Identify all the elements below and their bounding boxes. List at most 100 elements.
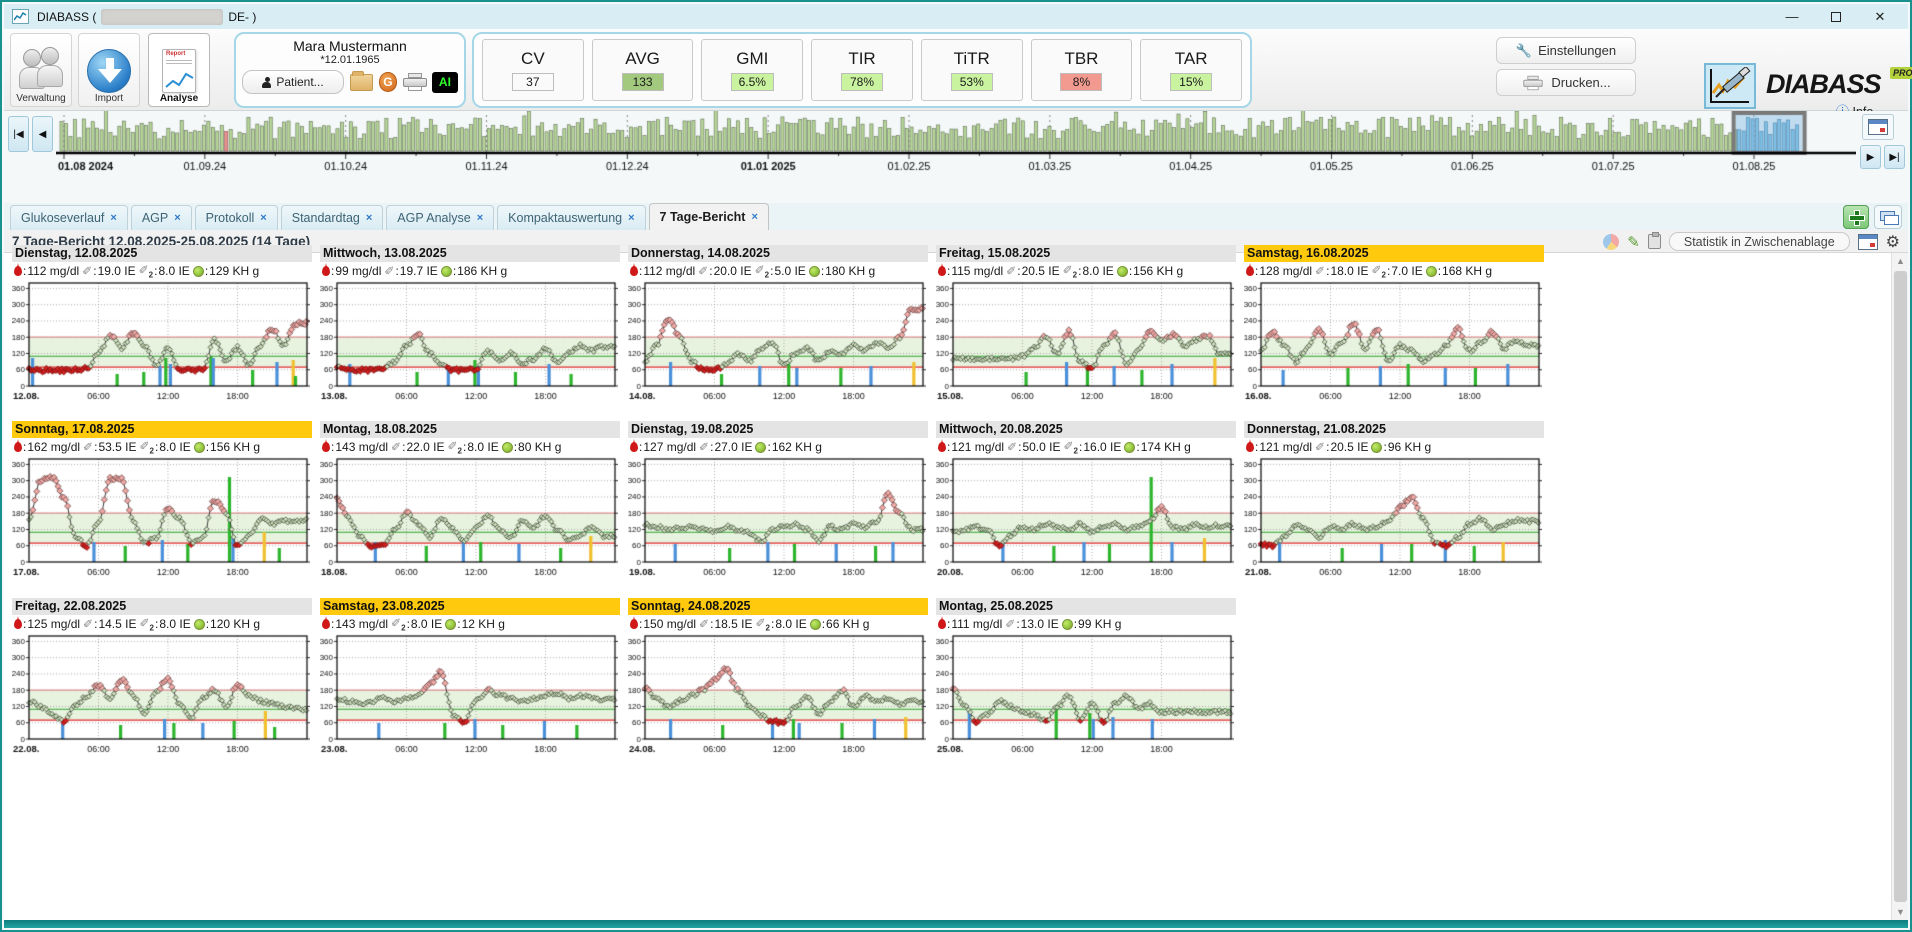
- tab-label: Protokoll: [206, 211, 255, 225]
- day-card-title: Samstag, 23.08.2025: [320, 598, 620, 615]
- tab-agp[interactable]: AGP×: [131, 205, 192, 230]
- carbs-apple-icon: [502, 442, 513, 453]
- timeline-prev-button[interactable]: ◀: [32, 116, 53, 152]
- day-card: Samstag, 23.08.2025:143 mg/dl✐2:8.0 IE:1…: [320, 598, 620, 768]
- gear-icon[interactable]: ⚙: [1886, 232, 1900, 252]
- minimize-button[interactable]: —: [1770, 4, 1814, 29]
- day-card-title: Montag, 25.08.2025: [936, 598, 1236, 615]
- stat-value: 37: [512, 73, 554, 91]
- verwaltung-button[interactable]: Verwaltung: [10, 33, 72, 107]
- tab-kompaktauswertung[interactable]: Kompaktauswertung×: [497, 205, 645, 230]
- tab-close-icon[interactable]: ×: [751, 211, 757, 223]
- bolus-pen-icon: ✐: [82, 264, 92, 278]
- tab-label: Standardtag: [292, 211, 360, 225]
- carbs-apple-icon: [1124, 442, 1135, 453]
- day-stat-value: 125 mg/dl: [27, 617, 80, 631]
- calendar-button[interactable]: [1862, 114, 1894, 140]
- blood-drop-icon: [14, 266, 22, 276]
- timeline-next-button[interactable]: ▶: [1860, 145, 1881, 169]
- window-layout-button[interactable]: [1874, 205, 1902, 229]
- day-stat-value: 112 mg/dl: [643, 264, 695, 278]
- print-button[interactable]: Drucken...: [1496, 69, 1636, 96]
- bolus-pen-icon: ✐: [1005, 617, 1015, 631]
- tab-close-icon[interactable]: ×: [628, 212, 634, 224]
- copy-statistics-button[interactable]: Statistik in Zwischenablage: [1669, 232, 1850, 251]
- ai-badge-button[interactable]: AI: [432, 72, 458, 93]
- printer-icon[interactable]: [403, 73, 425, 91]
- stat-label: CV: [521, 49, 545, 69]
- day-stat-value: 20.5 IE: [1022, 264, 1060, 278]
- day-stat-value: 128 mg/dl: [1259, 264, 1312, 278]
- day-stats-line: :112 mg/dl✐:20.0 IE✐2:5.0 IE:180 KH g: [628, 262, 928, 280]
- basal-pen-icon: ✐2: [139, 616, 154, 632]
- add-tab-button[interactable]: [1843, 205, 1869, 229]
- carbs-apple-icon: [810, 619, 821, 630]
- tab-close-icon[interactable]: ×: [366, 212, 372, 224]
- tab-close-icon[interactable]: ×: [110, 212, 116, 224]
- day-stat-value: 156 KH g: [210, 440, 260, 454]
- day-stat-value: 50.0 IE: [1022, 440, 1060, 454]
- day-stats-line: :115 mg/dl✐:20.5 IE✐2:8.0 IE:156 KH g: [936, 262, 1236, 280]
- settings-button[interactable]: 🔧 Einstellungen: [1496, 37, 1636, 64]
- g-badge-icon[interactable]: G: [379, 72, 398, 92]
- basal-pen-icon: ✐2: [139, 263, 154, 279]
- tab-protokoll[interactable]: Protokoll ×: [195, 205, 278, 230]
- day-stats-line: :150 mg/dl✐:18.5 IE✐2:8.0 IE:66 KH g: [628, 615, 928, 633]
- patient-birthdate: *12.01.1965: [236, 54, 464, 66]
- day-card-title: Mittwoch, 20.08.2025: [936, 421, 1236, 438]
- tab-bar: Glukoseverlauf×AGP×Protokoll×Standardtag…: [4, 203, 1908, 230]
- stat-label: TBR: [1064, 49, 1098, 69]
- vertical-scrollbar[interactable]: ▲ ▼: [1891, 253, 1908, 920]
- timeline-first-button[interactable]: |◀: [8, 116, 29, 152]
- day-stat-value: 13.0 IE: [1021, 617, 1059, 631]
- day-stat-value: 14.5 IE: [98, 617, 136, 631]
- stat-label: TiTR: [954, 49, 990, 69]
- close-button[interactable]: ✕: [1858, 4, 1902, 29]
- patient-panel: Mara Mustermann *12.01.1965 Patient... G…: [234, 32, 466, 108]
- tab-close-icon[interactable]: ×: [260, 212, 266, 224]
- timeline-last-button[interactable]: ▶|: [1884, 145, 1905, 169]
- clipboard-icon[interactable]: [1648, 234, 1661, 249]
- stat-value: 53%: [951, 73, 993, 91]
- folder-icon[interactable]: [350, 74, 373, 91]
- day-card-title: Mittwoch, 13.08.2025: [320, 245, 620, 262]
- stat-box-avg: AVG133: [592, 39, 694, 101]
- analyse-button[interactable]: Report Analyse: [148, 33, 210, 107]
- stat-box-tar: TAR15%: [1140, 39, 1242, 101]
- tab-standardtag[interactable]: Standardtag ×: [281, 205, 384, 230]
- bolus-pen-icon: ✐: [699, 617, 709, 631]
- calendar-icon[interactable]: [1858, 234, 1878, 250]
- day-stat-value: 20.0 IE: [714, 264, 752, 278]
- report-icon: Report: [162, 49, 196, 93]
- tab-label: AGP Analyse: [397, 211, 470, 225]
- timeline-histogram[interactable]: [56, 111, 1856, 173]
- day-card: Freitag, 15.08.2025:115 mg/dl✐:20.5 IE✐2…: [936, 245, 1236, 415]
- scrollbar-thumb[interactable]: [1894, 271, 1907, 902]
- tab-close-icon[interactable]: ×: [174, 212, 180, 224]
- blood-drop-icon: [1246, 442, 1254, 452]
- patient-select-button[interactable]: Patient...: [242, 70, 344, 94]
- blood-drop-icon: [322, 619, 330, 629]
- tab-close-icon[interactable]: ×: [477, 212, 483, 224]
- import-button[interactable]: Import: [78, 33, 140, 107]
- scroll-up-icon[interactable]: ▲: [1892, 253, 1909, 269]
- day-card: Freitag, 22.08.2025:125 mg/dl✐:14.5 IE✐2…: [12, 598, 312, 768]
- tab-7-tage-bericht[interactable]: 7 Tage-Bericht ×: [649, 203, 769, 230]
- carbs-apple-icon: [194, 442, 205, 453]
- pie-chart-icon[interactable]: [1603, 234, 1619, 250]
- tab-label: 7 Tage-Bericht: [660, 210, 746, 224]
- pencil-icon[interactable]: ✎: [1627, 233, 1640, 251]
- day-stat-value: 8.0 IE: [159, 617, 190, 631]
- day-glucose-chart: [320, 456, 618, 586]
- scroll-down-icon[interactable]: ▼: [1892, 904, 1909, 920]
- maximize-button[interactable]: [1814, 4, 1858, 29]
- carbs-apple-icon: [194, 619, 205, 630]
- day-stat-value: 18.0 IE: [1330, 264, 1368, 278]
- stat-box-tir: TIR78%: [811, 39, 913, 101]
- blood-drop-icon: [938, 266, 946, 276]
- day-stat-value: 80 KH g: [518, 440, 561, 454]
- tab-glukoseverlauf[interactable]: Glukoseverlauf×: [10, 205, 128, 230]
- day-stat-value: 143 mg/dl: [335, 440, 388, 454]
- day-stat-value: 7.0 IE: [1391, 264, 1422, 278]
- tab-agp-analyse[interactable]: AGP Analyse ×: [386, 205, 494, 230]
